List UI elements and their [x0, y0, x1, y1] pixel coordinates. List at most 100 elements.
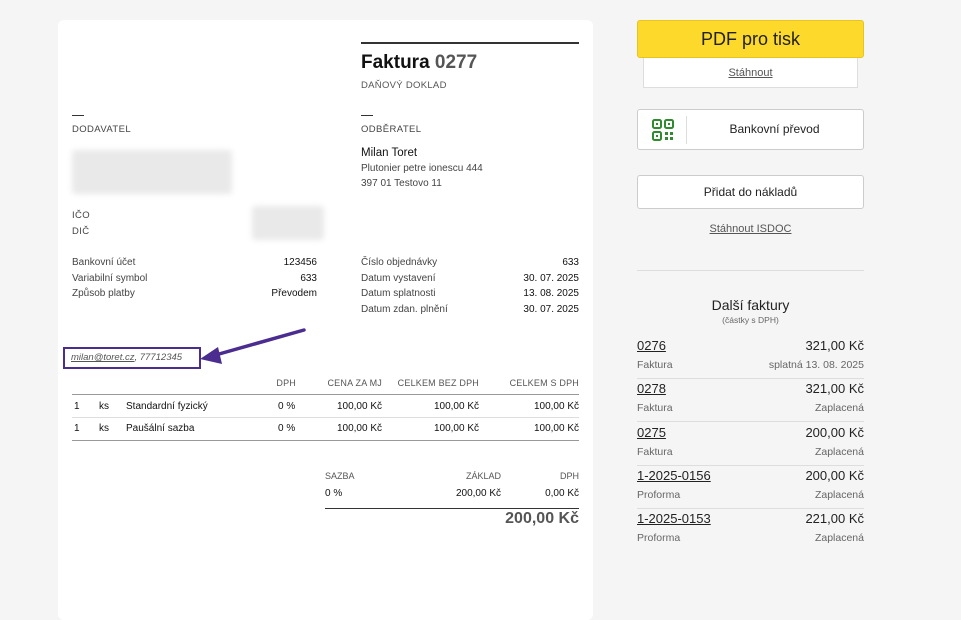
invoice-type: Proforma [637, 532, 681, 544]
item-total-vat: 100,00 Kč [533, 423, 579, 434]
dic-label: DIČ [72, 226, 90, 237]
invoice-number-link[interactable]: 1-2025-0153 [637, 511, 711, 526]
tax-date-value: 30. 07. 2025 [523, 304, 579, 315]
invoice-title: Faktura 0277 [361, 52, 477, 74]
contact-phone: , 77712345 [134, 352, 183, 363]
item-vat: 0 % [278, 401, 296, 412]
item-qty: 1 [74, 423, 80, 434]
annotation-arrow-icon [200, 328, 306, 364]
row-divider [637, 465, 864, 466]
summary-rule [325, 508, 579, 509]
bank-transfer-label: Bankovní převod [729, 122, 820, 136]
order-number-value: 633 [562, 257, 579, 268]
due-date-value: 13. 08. 2025 [523, 288, 579, 299]
invoice-title-word: Faktura [361, 52, 430, 73]
pdf-print-button[interactable]: PDF pro tisk [637, 20, 864, 58]
supplier-name-redacted [72, 150, 232, 194]
invoice-number-link[interactable]: 0275 [637, 425, 666, 440]
invoice-amount: 200,00 Kč [805, 425, 864, 440]
invoice-number-link[interactable]: 1-2025-0156 [637, 468, 711, 483]
invoice-type: Faktura [637, 359, 673, 371]
summary-rate: 0 % [325, 488, 343, 499]
invoice-type: Faktura [637, 402, 673, 414]
item-vat: 0 % [278, 423, 296, 434]
invoice-document: Faktura 0277 DAŇOVÝ DOKLAD DODAVATEL ODB… [58, 20, 593, 620]
issue-date-value: 30. 07. 2025 [523, 273, 579, 284]
invoice-number: 0277 [434, 52, 478, 73]
summary-base: 200,00 Kč [455, 488, 501, 499]
bank-transfer-button[interactable]: Bankovní převod [637, 109, 864, 150]
table-bottom-rule [72, 440, 579, 441]
item-unit-price: 100,00 Kč [336, 423, 382, 434]
col-total-vat-header: CELKEM S DPH [509, 378, 579, 388]
list-item: 1-2025-0153 221,00 Kč Proforma Zaplacená [637, 511, 864, 554]
item-qty: 1 [74, 401, 80, 412]
bank-account-label: Bankovní účet [72, 257, 136, 268]
add-to-costs-button[interactable]: Přidat do nákladů [637, 175, 864, 209]
row-divider [72, 417, 579, 418]
invoice-amount: 321,00 Kč [805, 381, 864, 396]
download-panel: Stáhnout [643, 58, 858, 88]
tax-date-label: Datum zdan. plnění [361, 304, 448, 315]
row-divider [637, 378, 864, 379]
invoice-status: Zaplacená [814, 532, 864, 544]
more-invoices-title: Další faktury [711, 297, 790, 313]
list-item: 0275 200,00 Kč Faktura Zaplacená [637, 425, 864, 468]
variable-symbol-label: Variabilní symbol [72, 273, 148, 284]
item-unit: ks [99, 423, 109, 434]
customer-name: Milan Toret [361, 147, 418, 159]
item-total-vat: 100,00 Kč [533, 401, 579, 412]
item-total-no-vat: 100,00 Kč [433, 401, 479, 412]
invoice-total: 200,00 Kč [505, 510, 579, 527]
payment-method-label: Způsob platby [72, 288, 135, 299]
customer-rule [361, 115, 373, 116]
ico-label: IČO [72, 210, 91, 221]
supplier-label: DODAVATEL [72, 124, 132, 135]
payment-method-value: Převodem [271, 288, 317, 299]
sidebar-divider [637, 270, 864, 271]
row-divider [637, 508, 864, 509]
order-number-label: Číslo objednávky [361, 257, 438, 268]
invoice-number-link[interactable]: 0276 [637, 338, 666, 353]
download-isdoc-link[interactable]: Stáhnout ISDOC [637, 223, 864, 235]
invoice-type: Proforma [637, 489, 681, 501]
item-unit: ks [99, 401, 109, 412]
item-unit-price: 100,00 Kč [336, 401, 382, 412]
supplier-ids-redacted [252, 206, 324, 240]
invoice-amount: 221,00 Kč [805, 511, 864, 526]
summary-rate-header: SAZBA [325, 471, 355, 481]
item-name: Paušální sazba [126, 423, 195, 434]
invoice-type: Faktura [637, 446, 673, 458]
bank-account-value: 123456 [283, 257, 317, 268]
contact-email-link[interactable]: milan@toret.cz [71, 352, 135, 363]
list-item: 1-2025-0156 200,00 Kč Proforma Zaplacená [637, 468, 864, 511]
invoice-amount: 200,00 Kč [805, 468, 864, 483]
download-link[interactable]: Stáhnout [728, 67, 772, 79]
list-item: 0278 321,00 Kč Faktura Zaplacená [637, 381, 864, 424]
invoice-status: Zaplacená [814, 402, 864, 414]
list-item: 0276 321,00 Kč Faktura splatná 13. 08. 2… [637, 338, 864, 381]
customer-city: 397 01 Testovo 11 [361, 178, 442, 189]
item-name: Standardní fyzický [126, 401, 208, 412]
customer-label: ODBĚRATEL [361, 124, 422, 135]
more-invoices-subtitle: (částky s DPH) [722, 315, 779, 325]
summary-base-header: ZÁKLAD [465, 471, 501, 481]
col-unit-price-header: CENA ZA MJ [327, 378, 382, 388]
invoice-amount: 321,00 Kč [805, 338, 864, 353]
due-date-label: Datum splatnosti [361, 288, 436, 299]
table-header-rule [72, 394, 579, 395]
col-vat-header: DPH [276, 378, 296, 388]
invoice-status: Zaplacená [814, 446, 864, 458]
qr-code-icon [652, 119, 674, 141]
col-total-no-vat-header: CELKEM BEZ DPH [397, 378, 479, 388]
title-rule [361, 42, 579, 44]
customer-street: Plutonier petre ionescu 444 [361, 163, 483, 174]
item-total-no-vat: 100,00 Kč [433, 423, 479, 434]
row-divider [637, 421, 864, 422]
invoice-status: splatná 13. 08. 2025 [768, 359, 864, 371]
invoice-status: Zaplacená [814, 489, 864, 501]
invoice-number-link[interactable]: 0278 [637, 381, 666, 396]
invoice-subtitle: DAŇOVÝ DOKLAD [361, 80, 447, 91]
supplier-rule [72, 115, 84, 116]
summary-vat: 0,00 Kč [545, 488, 579, 499]
